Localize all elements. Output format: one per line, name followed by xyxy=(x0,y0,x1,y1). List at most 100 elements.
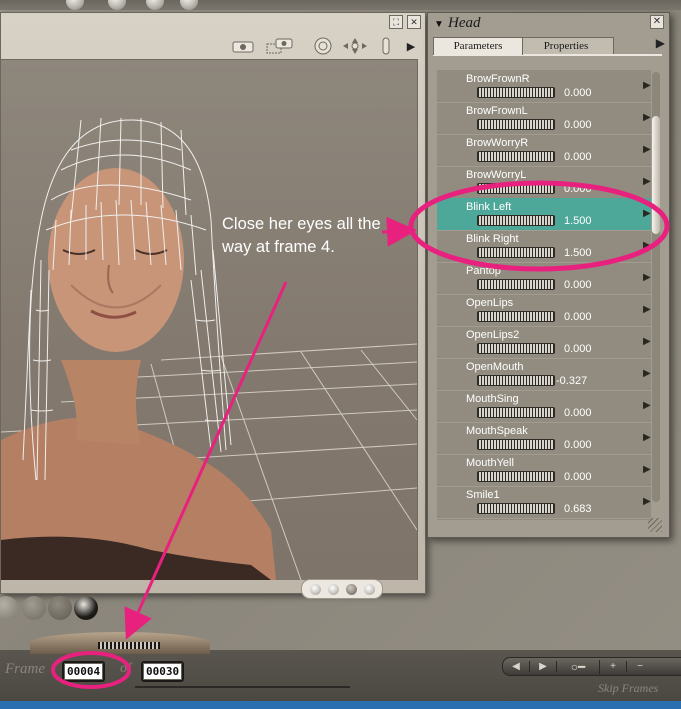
param-dial[interactable] xyxy=(477,311,555,322)
param-menu-arrow-icon[interactable]: ▶ xyxy=(643,400,651,411)
trackball-icon[interactable] xyxy=(313,36,333,56)
param-dial[interactable] xyxy=(477,119,555,130)
param-menu-arrow-icon[interactable]: ▶ xyxy=(643,464,651,475)
param-value[interactable]: 0.000 xyxy=(564,407,592,419)
param-menu-arrow-icon[interactable]: ▶ xyxy=(643,80,651,91)
param-dial[interactable] xyxy=(477,471,555,482)
param-row[interactable]: MouthSing 0.000 ▶ xyxy=(437,390,651,423)
param-menu-arrow-icon[interactable]: ▶ xyxy=(643,368,651,379)
param-dial[interactable] xyxy=(477,343,555,354)
tabs-arrow-icon[interactable]: ▶ xyxy=(656,36,665,50)
param-value[interactable]: 0.683 xyxy=(564,503,592,515)
param-value[interactable]: 0.000 xyxy=(564,151,592,163)
camera-icon[interactable] xyxy=(231,36,255,56)
total-frames-field[interactable]: 00030 xyxy=(141,661,185,682)
param-value[interactable]: 0.000 xyxy=(564,87,592,99)
timeline-track[interactable] xyxy=(135,686,350,688)
param-row[interactable]: BrowWorryL 0.000 ▶ xyxy=(437,166,651,199)
param-dial[interactable] xyxy=(477,215,555,226)
param-value[interactable]: 0.000 xyxy=(564,471,592,483)
top-knob-1[interactable] xyxy=(66,0,84,10)
param-value[interactable]: 0.000 xyxy=(564,183,592,195)
param-menu-arrow-icon[interactable]: ▶ xyxy=(643,144,651,155)
param-dial[interactable] xyxy=(477,183,555,194)
param-value[interactable]: 0.000 xyxy=(564,343,592,355)
param-dial[interactable] xyxy=(477,247,555,258)
param-name: Blink Right xyxy=(466,233,519,245)
param-menu-arrow-icon[interactable]: ▶ xyxy=(643,240,651,251)
param-row[interactable]: BrowFrownL 0.000 ▶ xyxy=(437,102,651,135)
keyframe-key-icon[interactable]: ○━ xyxy=(557,659,600,674)
param-value[interactable]: 0.000 xyxy=(564,439,592,451)
param-menu-arrow-icon[interactable]: ▶ xyxy=(643,304,651,315)
preview-ball-4[interactable] xyxy=(74,596,98,620)
param-menu-arrow-icon[interactable]: ▶ xyxy=(643,432,651,443)
playback-controls: ◀ ▶ ○━ + − xyxy=(502,657,681,676)
maximize-button[interactable]: ⛶ xyxy=(389,15,403,29)
palette-resize-grip-icon[interactable] xyxy=(648,518,662,532)
param-dial[interactable] xyxy=(477,375,555,386)
param-row[interactable]: MouthYell 0.000 ▶ xyxy=(437,454,651,487)
camera-dot-3[interactable] xyxy=(345,583,357,595)
timeline-scrubber-grip[interactable] xyxy=(98,642,160,649)
panel-collapse-icon[interactable]: ▼ xyxy=(434,19,444,30)
param-row-selected[interactable]: Blink Left 1.500 ▶ xyxy=(437,198,651,231)
param-row[interactable]: OpenLips 0.000 ▶ xyxy=(437,294,651,327)
step-back-button[interactable]: ◀ xyxy=(503,661,530,672)
top-knob-4[interactable] xyxy=(180,0,198,10)
param-menu-arrow-icon[interactable]: ▶ xyxy=(643,496,651,507)
camera-dot-2[interactable] xyxy=(327,583,339,595)
toolbar-expand-arrow-icon[interactable]: ▶ xyxy=(405,36,417,56)
param-dial[interactable] xyxy=(477,279,555,290)
3d-scene-view[interactable] xyxy=(1,59,418,580)
param-row[interactable]: Blink Right 1.500 ▶ xyxy=(437,230,651,263)
param-row[interactable]: BrowWorryR 0.000 ▶ xyxy=(437,134,651,167)
param-value[interactable]: 1.500 xyxy=(564,247,592,259)
param-row[interactable]: MouthSpeak 0.000 ▶ xyxy=(437,422,651,455)
param-dial[interactable] xyxy=(477,151,555,162)
camera-dot-4[interactable] xyxy=(363,583,375,595)
preview-ball-1[interactable] xyxy=(0,596,18,620)
tab-parameters[interactable]: Parameters xyxy=(433,37,523,55)
parameter-scrollbar[interactable] xyxy=(652,72,660,502)
preview-ball-2[interactable] xyxy=(22,596,46,620)
hand-icon[interactable] xyxy=(379,36,393,56)
remove-keyframe-button[interactable]: − xyxy=(627,661,653,672)
param-row[interactable]: Pantop 0.000 ▶ xyxy=(437,262,651,295)
param-value[interactable]: 1.500 xyxy=(564,215,592,227)
param-value[interactable]: 0.000 xyxy=(564,311,592,323)
param-value[interactable]: -0.327 xyxy=(556,375,587,387)
param-row[interactable]: OpenLips2 0.000 ▶ xyxy=(437,326,651,359)
add-keyframe-button[interactable]: + xyxy=(600,661,627,672)
param-value[interactable]: 0.000 xyxy=(564,119,592,131)
scrollbar-thumb[interactable] xyxy=(652,116,660,234)
param-dial[interactable] xyxy=(477,439,555,450)
camera-dot-1[interactable] xyxy=(309,583,321,595)
param-dial[interactable] xyxy=(477,87,555,98)
param-row[interactable]: BrowFrownR 0.000 ▶ xyxy=(437,70,651,103)
frame-separator: of xyxy=(120,661,131,676)
param-menu-arrow-icon[interactable]: ▶ xyxy=(643,272,651,283)
tab-properties[interactable]: Properties xyxy=(518,37,614,55)
param-row[interactable]: Smile1 0.683 ▶ xyxy=(437,486,651,519)
close-viewport-button[interactable]: ✕ xyxy=(407,15,421,29)
param-menu-arrow-icon[interactable]: ▶ xyxy=(643,336,651,347)
param-name: BrowWorryR xyxy=(466,137,529,149)
step-forward-button[interactable]: ▶ xyxy=(530,661,557,672)
param-menu-arrow-icon[interactable]: ▶ xyxy=(643,176,651,187)
camera-dots-control[interactable] xyxy=(301,579,383,599)
current-frame-field[interactable]: 00004 xyxy=(62,661,106,682)
param-row[interactable]: OpenMouth -0.327 ▶ xyxy=(437,358,651,391)
top-knob-3[interactable] xyxy=(146,0,164,10)
move-cross-icon[interactable] xyxy=(341,36,369,56)
palette-close-button[interactable]: ✕ xyxy=(650,15,664,29)
render-camera-icon[interactable] xyxy=(265,36,295,56)
preview-ball-3[interactable] xyxy=(48,596,72,620)
param-value[interactable]: 0.000 xyxy=(564,279,592,291)
param-dial[interactable] xyxy=(477,407,555,418)
param-name: Pantop xyxy=(466,265,501,277)
param-menu-arrow-icon[interactable]: ▶ xyxy=(643,208,651,219)
top-knob-2[interactable] xyxy=(108,0,126,10)
param-menu-arrow-icon[interactable]: ▶ xyxy=(643,112,651,123)
param-dial[interactable] xyxy=(477,503,555,514)
